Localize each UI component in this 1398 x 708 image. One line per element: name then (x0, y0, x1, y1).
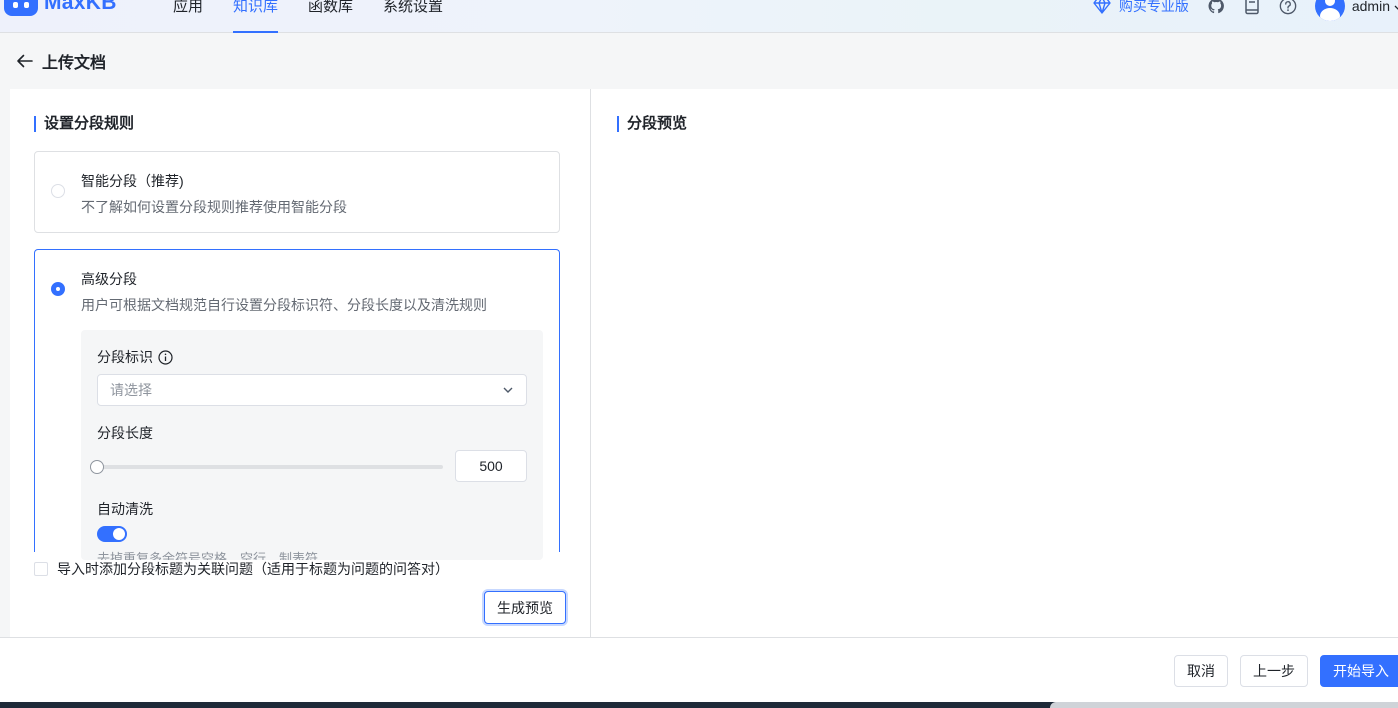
slider-handle[interactable] (90, 460, 104, 474)
segment-preview-panel: 分段预览 (591, 89, 1398, 637)
maxkb-logo-icon (4, 0, 38, 16)
top-navbar: MaxKB 应用 知识库 函数库 系统设置 购买专业版 admin (0, 0, 1398, 33)
nav-item-apps[interactable]: 应用 (158, 0, 218, 33)
chevron-down-icon (503, 387, 513, 393)
segment-marker-placeholder: 请选择 (110, 382, 152, 398)
chevron-down-icon (1394, 0, 1398, 14)
arrow-left-icon (17, 54, 33, 68)
user-menu[interactable]: admin (1352, 0, 1398, 14)
segment-marker-label: 分段标识 (97, 347, 173, 367)
segment-rules-panel: 设置分段规则 智能分段（推荐) 不了解如何设置分段规则推荐使用智能分段 高级分段… (10, 89, 591, 637)
segment-preview-title: 分段预览 (617, 116, 687, 132)
nav-item-function-library[interactable]: 函数库 (293, 0, 368, 33)
bottom-taskbar-strip (0, 702, 1398, 708)
page-title: 上传文档 (42, 55, 107, 72)
main-nav: 应用 知识库 函数库 系统设置 (158, 0, 458, 33)
segment-rules-title: 设置分段规则 (34, 116, 134, 132)
segment-length-slider[interactable] (90, 460, 443, 474)
diamond-icon (1093, 0, 1111, 14)
page-header: 上传文档 (0, 33, 1398, 89)
buy-pro-link[interactable]: 购买专业版 (1093, 0, 1189, 16)
add-title-as-question-label: 导入时添加分段标题为关联问题（适用于标题为问题的问答对） (57, 561, 449, 577)
buy-pro-label: 购买专业版 (1118, 0, 1189, 14)
top-right-actions: 购买专业版 admin (1093, 0, 1398, 21)
advanced-segment-option[interactable]: 高级分段 用户可根据文档规范自行设置分段标识符、分段长度以及清洗规则 分段标识 … (34, 249, 560, 560)
add-title-as-question-checkbox[interactable] (34, 562, 48, 576)
advanced-segment-desc: 用户可根据文档规范自行设置分段标识符、分段长度以及清洗规则 (81, 297, 487, 313)
advanced-settings-box: 分段标识 请选择 分段长度 500 自动清洗 去掉重复多余符号空格、空行、制表符 (81, 330, 543, 560)
start-import-button[interactable]: 开始导入 (1320, 655, 1398, 687)
advanced-segment-radio[interactable] (51, 282, 65, 296)
segment-marker-label-text: 分段标识 (97, 349, 153, 365)
user-avatar[interactable] (1314, 0, 1345, 21)
segment-length-input[interactable]: 500 (455, 450, 527, 482)
generate-preview-button[interactable]: 生成预览 (484, 591, 566, 624)
segment-length-label: 分段长度 (97, 425, 153, 441)
app-logo-text: MaxKB (44, 0, 117, 14)
nav-item-knowledge-base[interactable]: 知识库 (218, 0, 293, 33)
advanced-segment-title: 高级分段 (81, 271, 137, 287)
smart-segment-option[interactable]: 智能分段（推荐) 不了解如何设置分段规则推荐使用智能分段 (34, 151, 560, 233)
help-icon[interactable] (1279, 0, 1297, 15)
prev-step-button[interactable]: 上一步 (1240, 655, 1308, 687)
cancel-button[interactable]: 取消 (1174, 655, 1228, 687)
smart-segment-radio[interactable] (51, 184, 65, 198)
nav-item-system-settings[interactable]: 系统设置 (368, 0, 458, 33)
upload-card: 设置分段规则 智能分段（推荐) 不了解如何设置分段规则推荐使用智能分段 高级分段… (10, 89, 1398, 637)
auto-clean-label: 自动清洗 (97, 501, 153, 517)
username-label: admin (1351, 0, 1390, 14)
footer-actions: 取消 上一步 开始导入 (0, 637, 1398, 702)
smart-segment-title: 智能分段（推荐) (81, 173, 184, 189)
add-title-as-question-checkbox-row[interactable]: 导入时添加分段标题为关联问题（适用于标题为问题的问答对） (34, 559, 449, 579)
smart-segment-desc: 不了解如何设置分段规则推荐使用智能分段 (81, 199, 347, 215)
auto-clean-toggle[interactable] (97, 526, 127, 542)
app-logo[interactable]: MaxKB (4, 0, 117, 18)
segment-marker-select[interactable]: 请选择 (97, 374, 527, 406)
back-button[interactable] (16, 54, 33, 68)
github-icon[interactable] (1207, 0, 1225, 15)
document-icon[interactable] (1243, 0, 1261, 15)
info-icon[interactable] (158, 349, 173, 365)
